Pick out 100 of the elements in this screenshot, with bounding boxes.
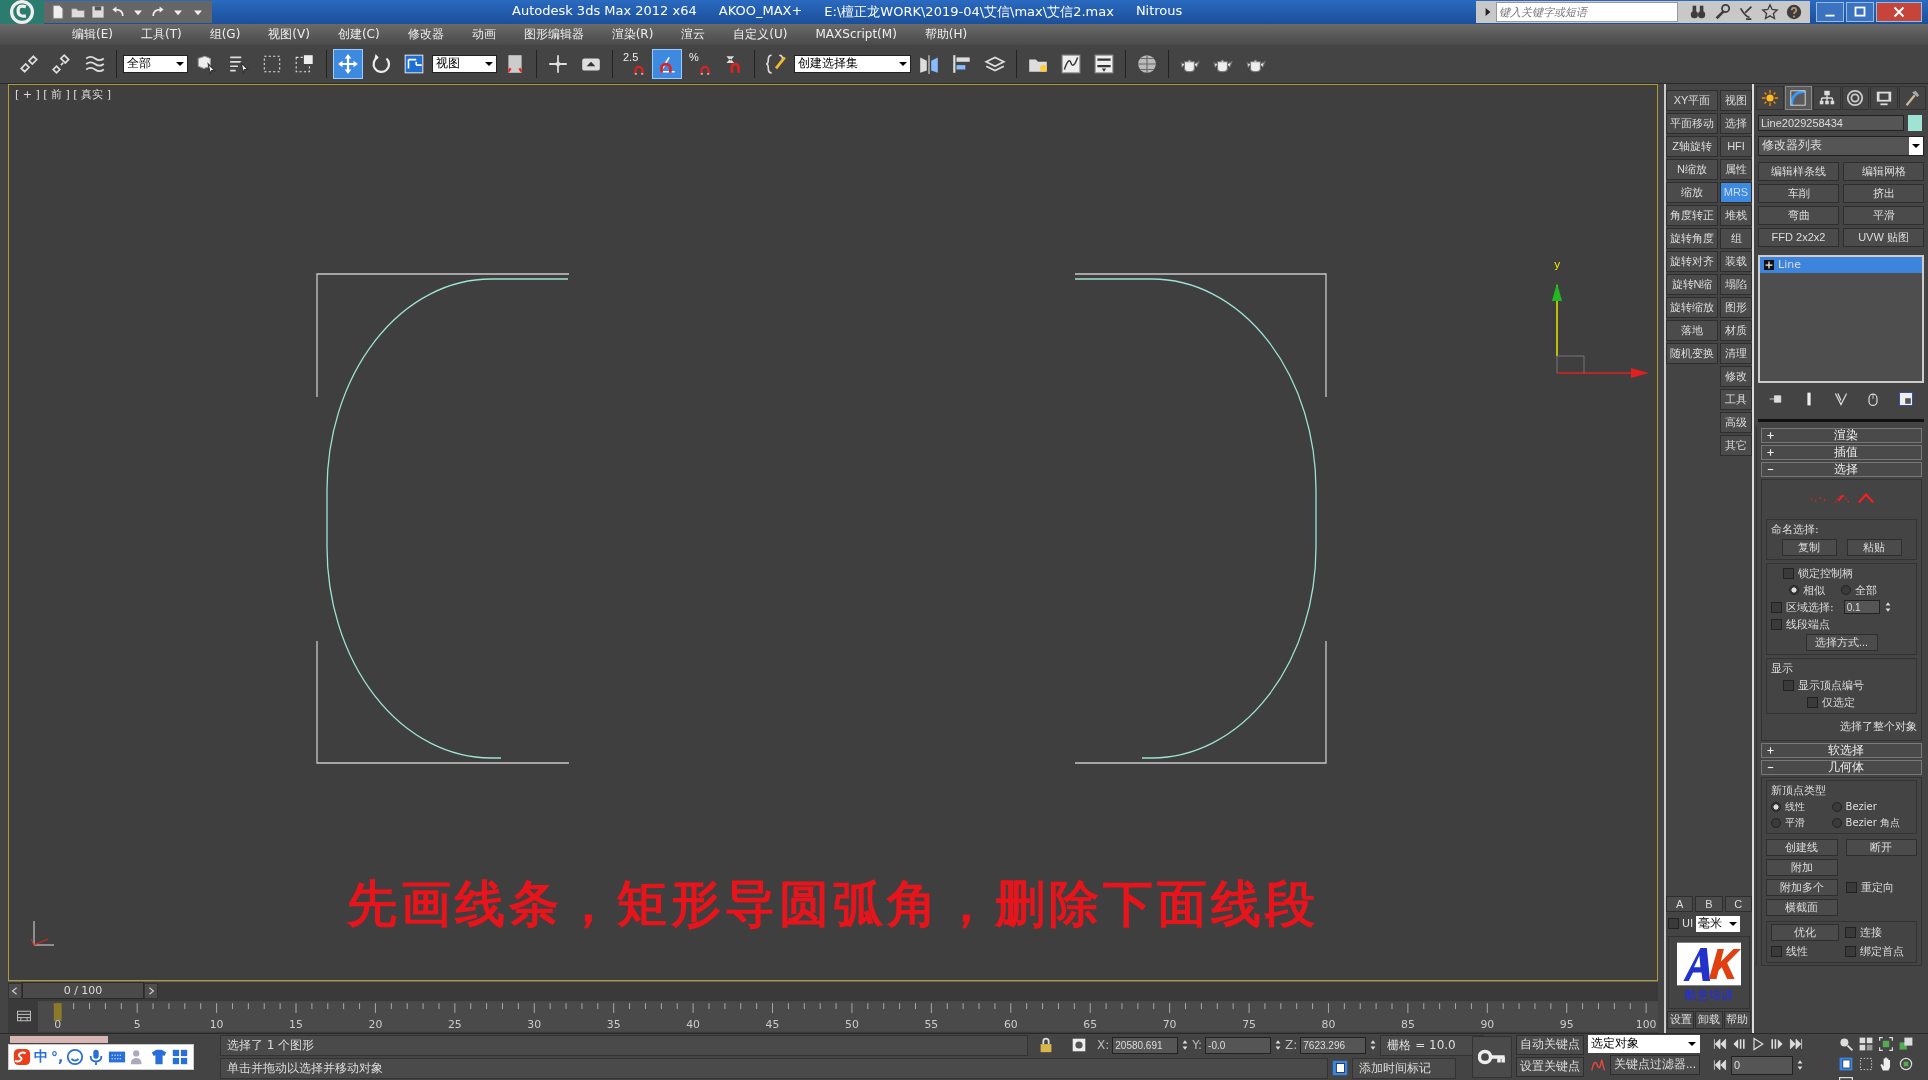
modifier-button[interactable]: UVW 贴图 — [1843, 227, 1924, 247]
smiley-icon[interactable] — [66, 1047, 85, 1066]
close-icon[interactable] — [1876, 2, 1922, 22]
checkbox[interactable] — [1771, 601, 1782, 613]
hammer-tab[interactable] — [1898, 85, 1926, 110]
key-filters-button[interactable]: 关键点过滤器... — [1610, 1054, 1700, 1075]
help-icon[interactable] — [1785, 3, 1803, 21]
script-button[interactable]: 缩放 — [1666, 181, 1718, 203]
set-key-button[interactable] — [1472, 1035, 1512, 1078]
z-coordinate-field[interactable]: 7623.296 — [1300, 1036, 1367, 1054]
radio-button[interactable] — [1789, 585, 1799, 596]
modifier-button[interactable]: 编辑样条线 — [1758, 161, 1839, 181]
viewport-label[interactable]: [ + ] [ 前 ] [ 真实 ] — [15, 86, 111, 102]
checkbox[interactable] — [1844, 926, 1856, 938]
menu-item[interactable]: 动画 — [457, 25, 510, 43]
rollout-header[interactable]: 几何体 — [1761, 759, 1922, 775]
script-button[interactable]: 高级 — [1720, 411, 1752, 433]
attach-button[interactable]: 附加 — [1766, 858, 1838, 876]
y-coordinate-field[interactable]: -0.0 — [1205, 1036, 1272, 1054]
maximize-icon[interactable] — [1846, 2, 1874, 22]
radio-button[interactable] — [1831, 801, 1842, 812]
script-button[interactable]: XY平面 — [1666, 89, 1718, 111]
script-button[interactable]: 落地 — [1666, 319, 1718, 341]
radio-button[interactable] — [1771, 801, 1781, 812]
tab[interactable]: C — [1724, 895, 1752, 912]
app-logo-icon[interactable] — [0, 0, 44, 24]
script-button[interactable]: 属性 — [1720, 158, 1752, 180]
object-name-field[interactable]: Line2029258434 — [1758, 114, 1904, 131]
checkbox[interactable] — [1844, 945, 1856, 957]
menu-item[interactable]: 工具(T) — [126, 25, 196, 43]
script-button[interactable]: 图形 — [1720, 296, 1752, 318]
search-field[interactable]: 键入关键字或短语 — [1496, 2, 1678, 22]
menu-item[interactable]: MAXScript(M) — [801, 27, 911, 42]
play-icon[interactable] — [1750, 1035, 1766, 1052]
wrench-icon[interactable] — [1713, 3, 1731, 21]
listener-box[interactable] — [10, 1035, 108, 1043]
script-button[interactable]: 随机变换 — [1666, 342, 1718, 364]
modifier-button[interactable]: 弯曲 — [1758, 205, 1839, 225]
script-button[interactable]: 旋转缩放 — [1666, 296, 1718, 318]
script-button[interactable]: 装载 — [1720, 250, 1752, 272]
zoom-extents-icon[interactable] — [1878, 1035, 1894, 1052]
checkbox[interactable] — [1783, 567, 1794, 579]
zoom-extents-all-icon[interactable] — [1898, 1035, 1914, 1052]
menu-item[interactable]: 编辑(E) — [58, 25, 127, 43]
modifier-button[interactable]: 平滑 — [1843, 205, 1924, 225]
radio-button[interactable] — [1771, 817, 1781, 828]
radio-button[interactable] — [1831, 817, 1842, 828]
radio-button[interactable] — [1841, 585, 1851, 596]
checkbox[interactable] — [1783, 679, 1794, 691]
new-file-icon[interactable] — [50, 4, 66, 20]
next-frame-button[interactable] — [144, 982, 158, 999]
script-button[interactable]: 材质 — [1720, 319, 1752, 341]
copy-button[interactable]: 复制 — [1781, 538, 1837, 556]
tab[interactable]: B — [1695, 895, 1723, 912]
magnet-button[interactable]: 2.5 — [619, 48, 649, 79]
script-button[interactable]: 选择 — [1720, 112, 1752, 134]
magnet-button[interactable]: % — [685, 48, 715, 79]
footer-button[interactable]: 帮助 — [1723, 1010, 1751, 1029]
ime-logo-icon[interactable] — [13, 1047, 31, 1066]
monitor-tab[interactable] — [1870, 85, 1898, 110]
punctuation-mode[interactable]: °, — [51, 1048, 64, 1065]
hierarchy-tab[interactable] — [1813, 85, 1841, 110]
paste-button[interactable]: 粘贴 — [1846, 538, 1902, 556]
script-button[interactable]: 角度转正 — [1666, 204, 1718, 226]
script-button[interactable]: 工具 — [1720, 388, 1752, 410]
configure-icon[interactable] — [1897, 390, 1914, 407]
menu-item[interactable]: 渲云 — [667, 25, 720, 43]
checkbox[interactable] — [1668, 918, 1679, 930]
footer-button[interactable]: 卸载 — [1695, 1010, 1723, 1029]
grid-icon[interactable] — [171, 1047, 190, 1066]
menu-item[interactable]: 组(G) — [195, 25, 255, 43]
menu-item[interactable]: 创建(C) — [323, 25, 394, 43]
script-button[interactable]: 旋转角度 — [1666, 227, 1718, 249]
create-line-button[interactable]: 创建线 — [1766, 838, 1838, 856]
menu-item[interactable]: 图形编辑器 — [509, 25, 598, 43]
satellite-icon[interactable] — [1737, 3, 1755, 21]
break-button[interactable]: 断开 — [1845, 838, 1917, 856]
attach-multiple-button[interactable]: 附加多个 — [1766, 878, 1838, 896]
time-slider-thumb[interactable]: 0 / 100 — [22, 982, 144, 1000]
checkbox[interactable] — [1807, 696, 1818, 708]
target-tab[interactable] — [1841, 85, 1869, 110]
modifier-button[interactable]: 编辑网格 — [1843, 161, 1924, 181]
unit-dropdown[interactable]: 毫米 — [1696, 915, 1741, 932]
script-button[interactable]: 清理 — [1720, 342, 1752, 364]
script-button[interactable]: HFI — [1720, 135, 1752, 157]
tab[interactable]: A — [1666, 895, 1694, 912]
zoom-all-icon[interactable] — [1858, 1035, 1874, 1052]
add-time-tag[interactable]: 添加时间标记 — [1352, 1057, 1456, 1079]
modifier-button[interactable]: 挤出 — [1843, 183, 1924, 203]
key-mode-dropdown[interactable]: 选定对象 — [1588, 1034, 1700, 1053]
angle-magnet-button[interactable] — [652, 48, 682, 79]
auto-key-button[interactable]: 自动关键点 — [1516, 1034, 1584, 1055]
menu-item[interactable]: 修改器 — [393, 25, 458, 43]
script-button[interactable]: 修改 — [1720, 365, 1752, 387]
checkbox[interactable] — [1771, 618, 1782, 630]
star-icon[interactable] — [1761, 3, 1779, 21]
script-button[interactable]: N缩放 — [1666, 158, 1718, 180]
menu-item[interactable]: 渲染(R) — [597, 25, 668, 43]
binoculars-icon[interactable] — [1689, 3, 1707, 21]
script-button[interactable]: 视图 — [1720, 89, 1752, 111]
